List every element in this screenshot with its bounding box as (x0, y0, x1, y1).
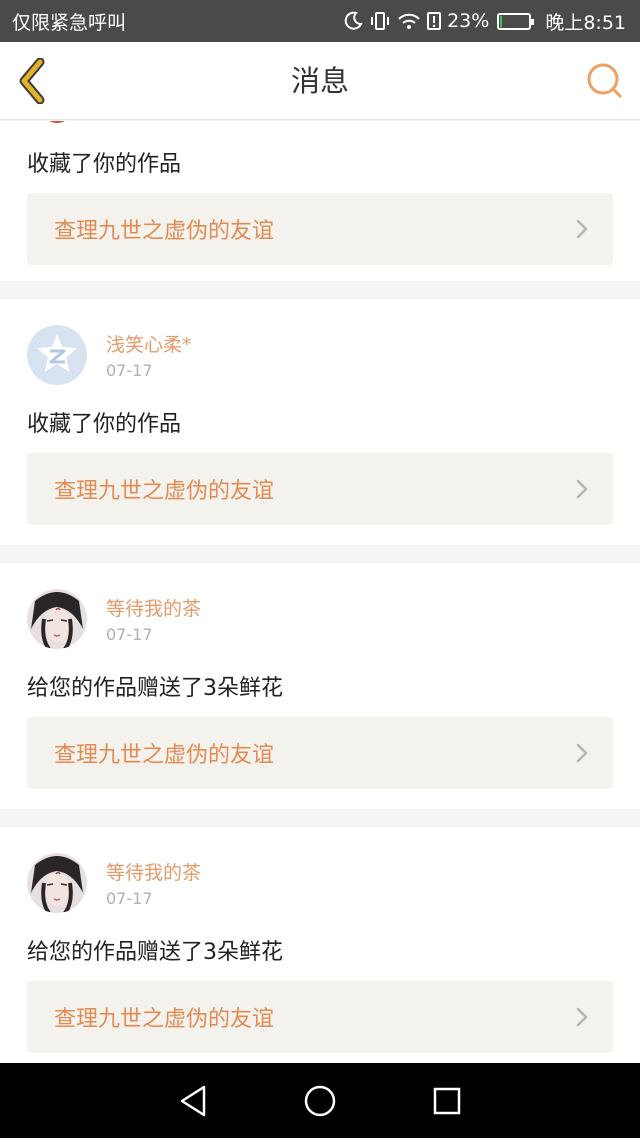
message-list[interactable]: 收藏了你的作品 查理九世之虚伪的友谊 浅笑心柔* 07-17 收藏了你的作品 查… (0, 121, 640, 1063)
work-link[interactable]: 查理九世之虚伪的友谊 (27, 453, 613, 525)
message-action: 给您的作品赠送了3朵鲜花 (27, 676, 283, 701)
vibrate-icon (369, 11, 391, 31)
work-title: 查理九世之虚伪的友谊 (54, 743, 275, 768)
nav-home-button[interactable] (300, 1081, 340, 1121)
message-card: 收藏了你的作品 查理九世之虚伪的友谊 (0, 121, 640, 281)
work-link[interactable]: 查理九世之虚伪的友谊 (27, 981, 613, 1053)
message-action: 收藏了你的作品 (27, 152, 182, 177)
chevron-right-icon (576, 1007, 588, 1027)
system-nav-bar (0, 1063, 640, 1138)
avatar[interactable] (27, 589, 87, 649)
work-link[interactable]: 查理九世之虚伪的友谊 (27, 193, 613, 265)
search-button[interactable] (586, 62, 624, 100)
message-card: 等待我的茶 07-17 给您的作品赠送了3朵鲜花 查理九世之虚伪的友谊 (0, 563, 640, 809)
work-title: 查理九世之虚伪的友谊 (54, 219, 275, 244)
recents-square-icon (433, 1087, 460, 1114)
avatar[interactable] (27, 325, 87, 385)
character-avatar-icon (27, 589, 87, 649)
work-title: 查理九世之虚伪的友谊 (54, 479, 275, 504)
username[interactable]: 等待我的茶 (106, 594, 201, 621)
moon-icon (343, 11, 363, 31)
battery-percent: 23% (447, 10, 490, 32)
chevron-right-icon (576, 479, 588, 499)
nav-recents-button[interactable] (427, 1081, 467, 1121)
status-icons: 23% 晚上8:51 (343, 8, 626, 35)
chevron-right-icon (576, 743, 588, 763)
avatar[interactable] (27, 853, 87, 913)
battery-fill (500, 15, 503, 27)
qq-default-avatar-icon (27, 325, 87, 385)
page-title: 消息 (290, 64, 349, 98)
wifi-icon (397, 11, 421, 31)
work-title: 查理九世之虚伪的友谊 (54, 1007, 275, 1032)
search-icon (587, 63, 622, 98)
message-action: 收藏了你的作品 (27, 412, 182, 437)
home-circle-icon (304, 1085, 336, 1116)
message-date: 07-17 (106, 361, 153, 380)
back-triangle-icon (181, 1085, 206, 1116)
username[interactable]: 等待我的茶 (106, 858, 201, 885)
message-action: 给您的作品赠送了3朵鲜花 (27, 940, 283, 965)
app-header: 消息 (0, 42, 640, 120)
alert-icon (427, 11, 442, 31)
battery-icon (497, 12, 535, 30)
chevron-right-icon (576, 219, 588, 239)
message-card: 浅笑心柔* 07-17 收藏了你的作品 查理九世之虚伪的友谊 (0, 299, 640, 545)
message-card: 等待我的茶 07-17 给您的作品赠送了3朵鲜花 查理九世之虚伪的友谊 (0, 827, 640, 1063)
message-date: 07-17 (106, 625, 153, 644)
character-avatar-icon (27, 853, 87, 913)
username[interactable]: 浅笑心柔* (106, 330, 192, 357)
status-bar: 仅限紧急呼叫 23% 晚上8:51 (0, 0, 640, 42)
work-link[interactable]: 查理九世之虚伪的友谊 (27, 717, 613, 789)
message-date: 07-17 (106, 889, 153, 908)
clock-time: 晚上8:51 (545, 11, 626, 34)
nav-back-button[interactable] (173, 1081, 213, 1121)
carrier-text: 仅限紧急呼叫 (12, 11, 127, 34)
avatar[interactable] (42, 121, 72, 123)
